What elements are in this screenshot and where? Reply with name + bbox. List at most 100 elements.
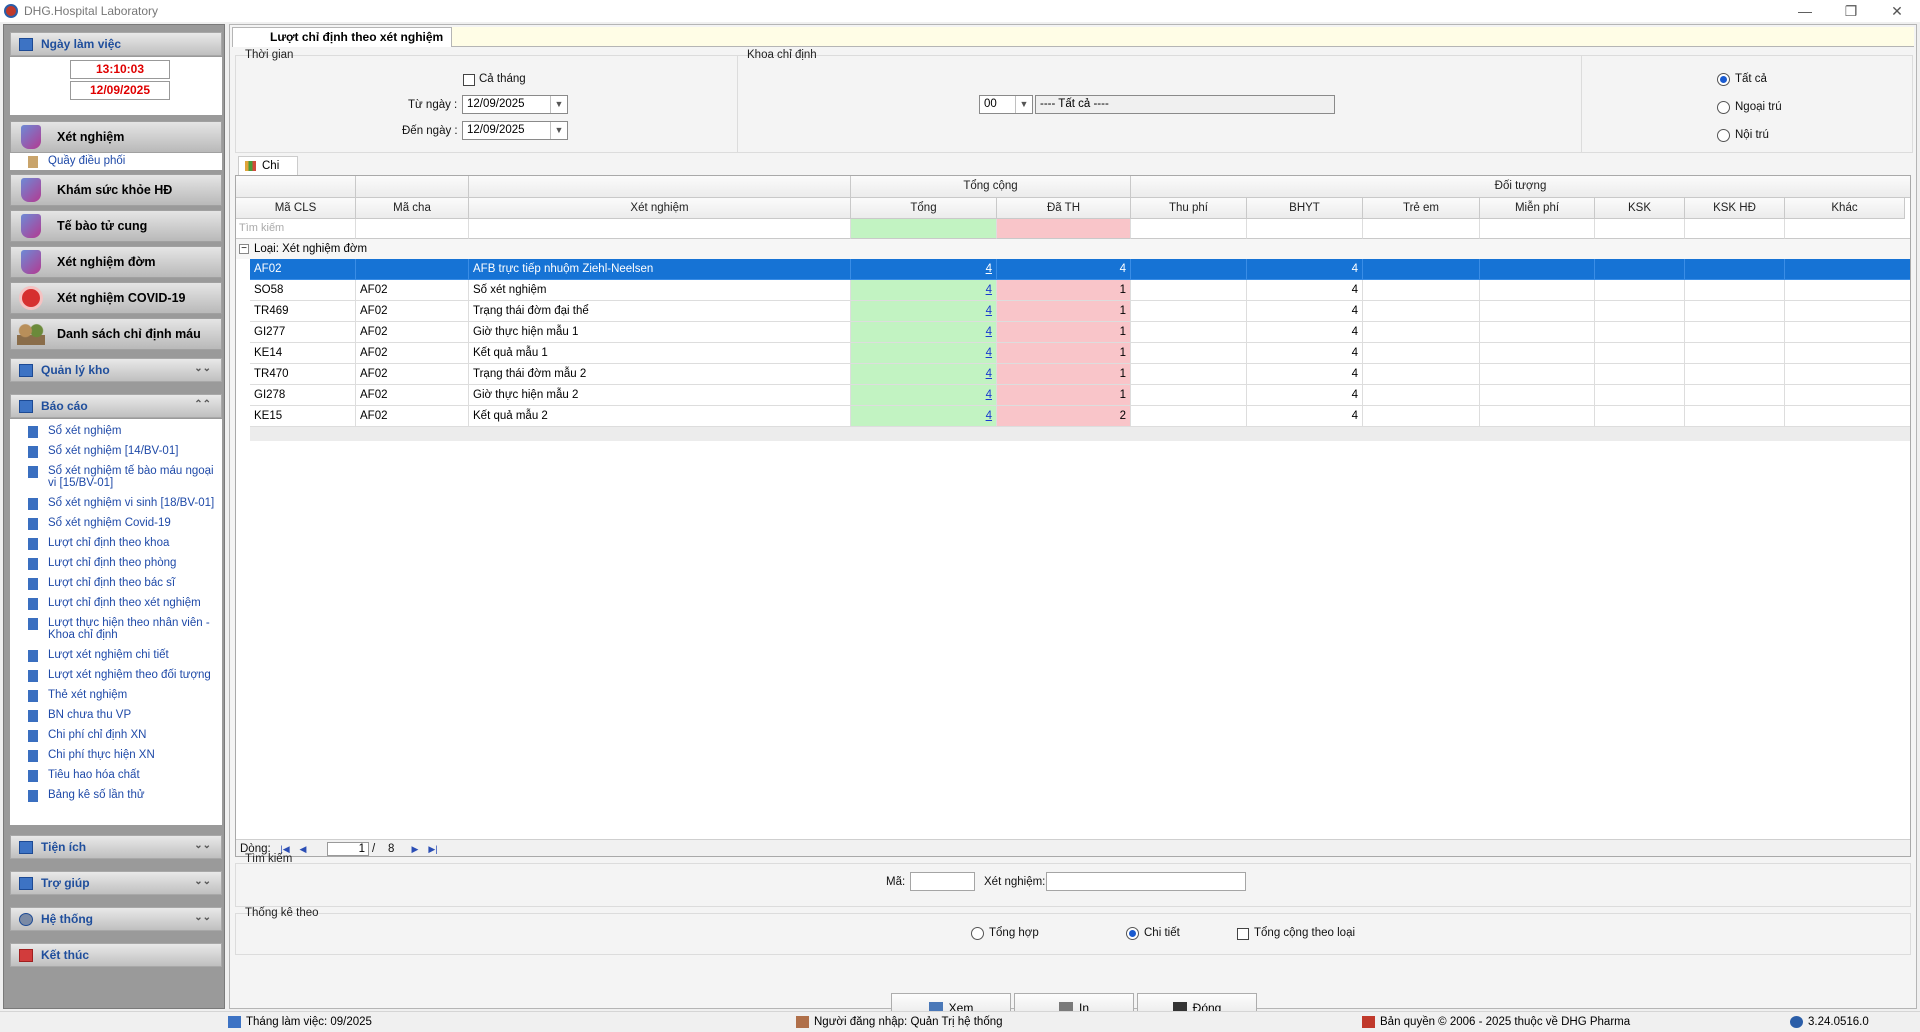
report-link[interactable]: Chi phí chỉ định XN: [10, 729, 218, 745]
collapse-icon[interactable]: −: [239, 244, 249, 254]
page-input[interactable]: 1: [327, 842, 369, 856]
table-row[interactable]: KE14 AF02 Kết quả mẫu 1 4 1 4: [236, 343, 1910, 364]
report-link[interactable]: Sổ xét nghiệm tế bào máu ngoại vi [15/BV…: [10, 465, 218, 491]
report-link[interactable]: Lượt xét nghiệm chi tiết: [10, 649, 218, 665]
title-bar: DHG.Hospital Laboratory — ❐ ✕: [0, 0, 1920, 22]
tab-detail[interactable]: Chi tiết: [238, 156, 298, 190]
restore-button[interactable]: ❐: [1828, 0, 1874, 22]
report-link[interactable]: Tiêu hao hóa chất: [10, 769, 218, 785]
report-link[interactable]: Chi phí thực hiện XN: [10, 749, 218, 765]
filter-ma-cha[interactable]: [356, 219, 469, 239]
col-thu-phi[interactable]: Thu phí: [1131, 198, 1247, 219]
stats-summary-radio[interactable]: [971, 927, 984, 940]
report-link[interactable]: Lượt chỉ định theo xét nghiệm: [10, 597, 218, 613]
filter-ksk-hd[interactable]: [1685, 219, 1785, 239]
filter-mien-phi[interactable]: [1480, 219, 1595, 239]
exit-header[interactable]: Kết thúc: [10, 943, 222, 967]
report-link[interactable]: Lượt xét nghiệm theo đối tượng: [10, 669, 218, 685]
table-row[interactable]: AF02 AFB trực tiếp nhuộm Ziehl-Neelsen 4…: [236, 259, 1910, 280]
table-row[interactable]: TR469 AF02 Trạng thái đờm đại thể 4 1 4: [236, 301, 1910, 322]
col-ma-cha[interactable]: Mã cha: [356, 198, 469, 219]
module-te-bao-tu-cung[interactable]: Tế bào tử cung: [10, 210, 222, 242]
flask-icon: [17, 177, 45, 203]
col-tre-em[interactable]: Trẻ em: [1363, 198, 1480, 219]
col-ksk-hd[interactable]: KSK HĐ: [1685, 198, 1785, 219]
col-ksk[interactable]: KSK: [1595, 198, 1685, 219]
book-icon: [28, 770, 38, 782]
tab-luot-chi-dinh[interactable]: Lượt chỉ định theo xét nghiệm: [232, 27, 452, 47]
filter-xet-nghiem[interactable]: [469, 219, 851, 239]
report-link[interactable]: BN chưa thu VP: [10, 709, 218, 725]
filter-khac[interactable]: [1785, 219, 1910, 239]
app-icon: [4, 4, 18, 18]
col-tong[interactable]: Tổng: [851, 198, 997, 219]
report-link[interactable]: Sổ xét nghiệm vi sinh [18/BV-01]: [10, 497, 218, 513]
module-covid[interactable]: Xét nghiệm COVID-19: [10, 282, 222, 314]
workday-header[interactable]: Ngày làm việc: [10, 32, 222, 56]
filter-da-th[interactable]: [997, 219, 1131, 239]
to-date-picker[interactable]: 12/09/2025 ▼: [462, 121, 568, 140]
report-link[interactable]: Bảng kê số lần thử: [10, 789, 218, 805]
filter-tre-em[interactable]: [1363, 219, 1480, 239]
filter-tong[interactable]: [851, 219, 997, 239]
whole-month-checkbox[interactable]: [463, 74, 475, 86]
col-mien-phi[interactable]: Miễn phí: [1480, 198, 1595, 219]
report-link[interactable]: Lượt chỉ định theo bác sĩ: [10, 577, 218, 593]
module-xet-nghiem-dom[interactable]: Xét nghiệm đờm: [10, 246, 222, 278]
filter-thu-phi[interactable]: [1131, 219, 1247, 239]
from-date-picker[interactable]: 12/09/2025 ▼: [462, 95, 568, 114]
report-link[interactable]: Lượt thực hiện theo nhân viên - Khoa chỉ…: [10, 617, 218, 643]
col-bhyt[interactable]: BHYT: [1247, 198, 1363, 219]
filter-bhyt[interactable]: [1247, 219, 1363, 239]
chevron-down-icon[interactable]: ▼: [550, 96, 567, 113]
report-link[interactable]: Sổ xét nghiệm Covid-19: [10, 517, 218, 533]
reports-header[interactable]: Báo cáo ⌃⌃: [10, 394, 222, 418]
scope-all-radio[interactable]: [1717, 73, 1730, 86]
col-khac[interactable]: Khác: [1785, 198, 1905, 219]
table-row[interactable]: KE15 AF02 Kết quả mẫu 2 4 2 4: [236, 406, 1910, 427]
report-link[interactable]: Sổ xét nghiệm: [10, 425, 218, 441]
group-footer: [250, 427, 1910, 441]
help-header[interactable]: Trợ giúp ⌄⌄: [10, 871, 222, 895]
report-link[interactable]: Sổ xét nghiệm [14/BV-01]: [10, 445, 218, 461]
col-xet-nghiem[interactable]: Xét nghiệm: [469, 198, 851, 219]
table-row[interactable]: TR470 AF02 Trạng thái đờm mẫu 2 4 1 4: [236, 364, 1910, 385]
scope-outpatient-radio[interactable]: [1717, 101, 1730, 114]
stats-by-type-checkbox[interactable]: [1237, 928, 1249, 940]
system-header[interactable]: Hệ thống ⌄⌄: [10, 907, 222, 931]
chevron-down-icon[interactable]: ▼: [1015, 96, 1032, 113]
stats-summary-label: Tổng hợp: [989, 927, 1039, 939]
module-danh-sach-chi-dinh-mau[interactable]: Danh sách chỉ định máu: [10, 318, 222, 350]
last-page-icon[interactable]: ▶|: [426, 843, 440, 855]
covid-icon: [17, 285, 45, 311]
utilities-header[interactable]: Tiện ích ⌄⌄: [10, 835, 222, 859]
book-icon: [28, 690, 38, 702]
col-da-th[interactable]: Đã TH: [997, 198, 1131, 219]
filter-ksk[interactable]: [1595, 219, 1685, 239]
table-row[interactable]: GI278 AF02 Giờ thực hiện mẫu 2 4 1 4: [236, 385, 1910, 406]
minimize-button[interactable]: —: [1782, 0, 1828, 22]
filter-ma-cls[interactable]: Tìm kiếm: [236, 219, 356, 239]
chevron-down-icon[interactable]: ▼: [550, 122, 567, 139]
table-row[interactable]: GI277 AF02 Giờ thực hiện mẫu 1 4 1 4: [236, 322, 1910, 343]
group-row[interactable]: − Loại: Xét nghiệm đờm: [236, 239, 1910, 259]
module-kham-suc-khoe[interactable]: Khám sức khỏe HĐ: [10, 174, 222, 206]
department-name-field[interactable]: ---- Tất cả ----: [1035, 95, 1335, 114]
band-empty: [469, 176, 851, 198]
report-link[interactable]: Lượt chỉ định theo khoa: [10, 537, 218, 553]
report-link[interactable]: Lượt chỉ định theo phòng: [10, 557, 218, 573]
close-window-button[interactable]: ✕: [1874, 0, 1920, 22]
prev-page-icon[interactable]: ◀: [296, 843, 310, 855]
module-xet-nghiem[interactable]: Xét nghiệm: [10, 121, 222, 153]
scope-inpatient-radio[interactable]: [1717, 129, 1730, 142]
sub-link-quay-dieu-phoi[interactable]: Quầy điều phối: [10, 155, 218, 171]
warehouse-header[interactable]: Quản lý kho ⌄⌄: [10, 358, 222, 382]
table-row[interactable]: SO58 AF02 Số xét nghiệm 4 1 4: [236, 280, 1910, 301]
col-ma-cls[interactable]: Mã CLS: [236, 198, 356, 219]
next-page-icon[interactable]: ▶: [408, 843, 422, 855]
stats-detail-radio[interactable]: [1126, 927, 1139, 940]
search-code-input[interactable]: [910, 872, 975, 891]
search-name-input[interactable]: [1046, 872, 1246, 891]
report-link[interactable]: Thẻ xét nghiệm: [10, 689, 218, 705]
department-code-combo[interactable]: 00 ▼: [979, 95, 1033, 114]
